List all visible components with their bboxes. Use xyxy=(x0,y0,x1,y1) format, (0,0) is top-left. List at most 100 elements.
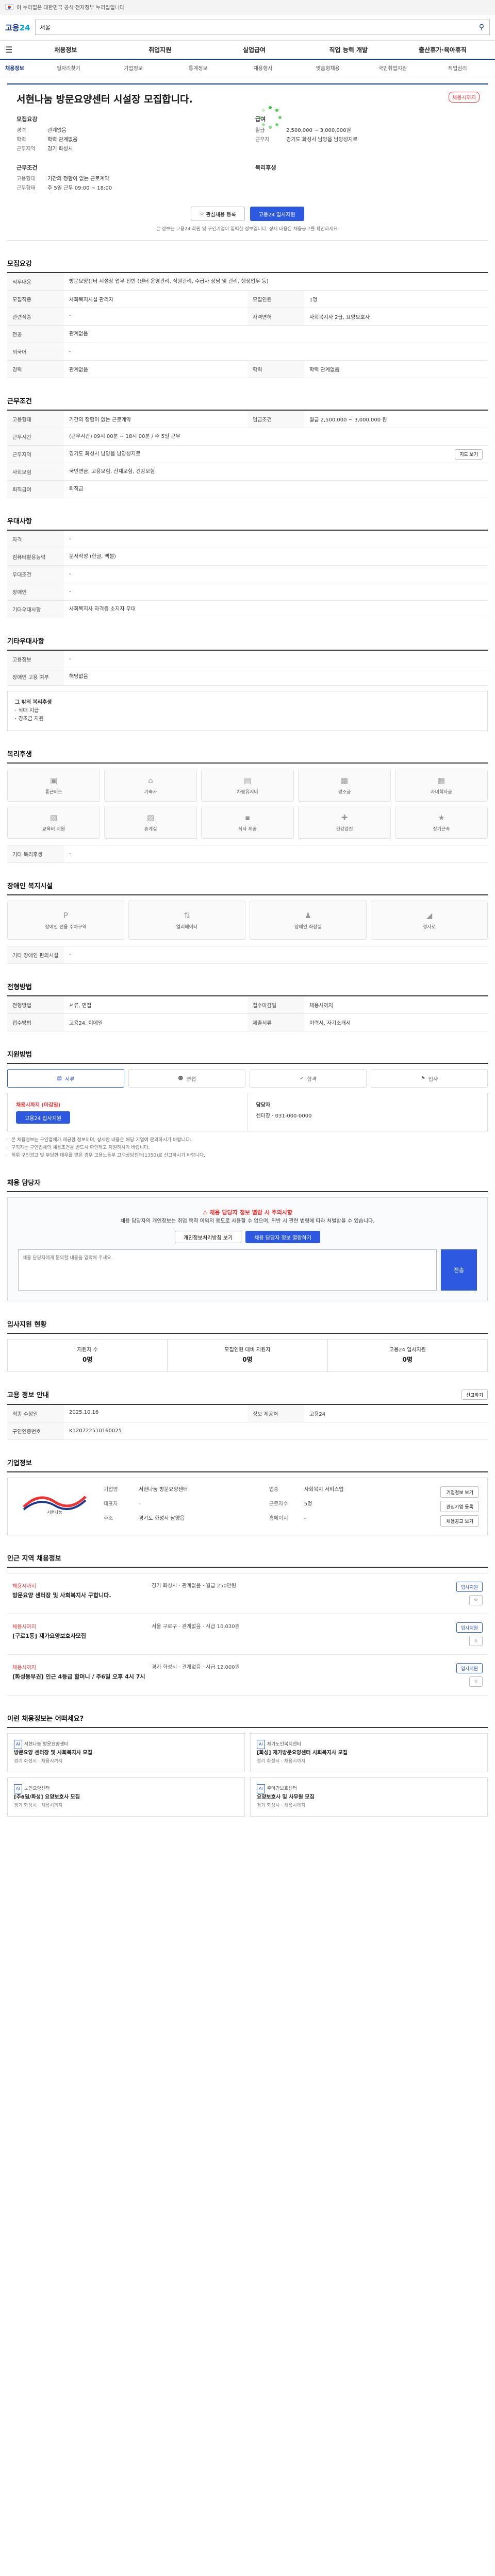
rest-icon: ▨ xyxy=(146,812,155,822)
subnav-item[interactable]: 기업정보 xyxy=(101,64,166,72)
footer-space xyxy=(7,1817,488,1878)
job-list-item[interactable]: 채용시까지 [구로1동] 재가요양보호사모집 서울 구로구 · 관계없음 · 시급… xyxy=(7,1614,488,1655)
facility-card: ♟ 장애인 화장실 xyxy=(250,901,367,940)
welfare-card: ▣ 통근버스 xyxy=(7,769,100,802)
subnav-item[interactable]: 통계정보 xyxy=(166,64,230,72)
gnb-item[interactable]: 취업지원 xyxy=(113,45,207,54)
recommend-card[interactable]: AI 서현나눔 방문요양센터 방문요양 센터장 및 사회복지사 모집 경기 화성시 ·… xyxy=(7,1733,245,1772)
map-button[interactable]: 지도 보기 xyxy=(455,449,483,460)
deadline-badge: 채용시까지 xyxy=(449,92,480,103)
process-step: ☻ 면접 xyxy=(128,1069,245,1088)
stat-item: 모집인원 대비 지원자 0명 xyxy=(167,1340,327,1371)
parking-icon: P xyxy=(63,910,69,920)
section-process: 전형방법 전형방법 서류, 면접 접수마감일 채용시까지 접수방법 고용24, 이메일… xyxy=(7,981,488,1031)
welfare-card: ✚ 건강검진 xyxy=(298,806,391,839)
recommend-card[interactable]: AI 주야간보호센터 요양보호사 및 사무원 모집 경기 화성시 · 채용시까지 xyxy=(250,1777,488,1817)
gnb-item[interactable]: 실업급여 xyxy=(207,45,302,54)
section-disabled: 장애인 복지시설 P 장애인 전용 주차구역 ⇅ 엘리베이터 ♟ 장애인 화장실 ◢ 경… xyxy=(7,880,488,964)
subnav-item[interactable]: 채용행사 xyxy=(230,64,295,72)
gnb-item[interactable]: 채용정보 xyxy=(19,45,113,54)
recommend-card[interactable]: AI 노인요양센터 [주6일/화성] 요양보호사 모집 경기 화성시 · 채용시까지 xyxy=(7,1777,245,1817)
sub-nav: 채용정보 일자리찾기 기업정보 통계정보 채용행사 맞춤형채용 국민취업지원 직… xyxy=(0,60,495,76)
health-icon: ✚ xyxy=(341,812,348,822)
send-button[interactable]: 전송 xyxy=(441,1249,477,1291)
korea-flag-icon xyxy=(5,4,13,10)
subnav-item[interactable]: 국민취업지원 xyxy=(360,64,425,72)
job-title: 서현나눔 방문요양센터 시설장 모집합니다. xyxy=(16,94,193,105)
section-company: 기업정보 서현나눔 기업명 서현나눔 방문요양센터 업종 사회복지 서비스업 대표자… xyxy=(7,1458,488,1535)
job-header: 서현나눔 방문요양센터 시설장 모집합니다. 채용시까지 모집요강 경력 관계없음… xyxy=(7,83,488,241)
star-icon[interactable]: ☆ xyxy=(469,1636,483,1646)
welfare-card: ▧ 교육비 지원 xyxy=(7,806,100,839)
bus-icon: ▣ xyxy=(50,775,58,785)
company-info-button[interactable]: 기업정보 보기 xyxy=(440,1486,479,1498)
privacy-policy-button[interactable]: 개인정보처리방침 보기 xyxy=(175,1231,242,1243)
job-summary-cond: 근무조건 고용형태 기간의 정함이 없는 근로계약 근무형태 주 5일 근무 09:… xyxy=(16,164,112,191)
subnav-item[interactable]: 직업심리 xyxy=(425,64,490,72)
menu-icon[interactable]: ☰ xyxy=(5,45,19,55)
meal-icon: ▪ xyxy=(244,812,251,822)
section-recommend: 이런 채용정보는 어떠세요? AI 서현나눔 방문요양센터 방문요양 센터장 및 사… xyxy=(7,1713,488,1817)
inquiry-textarea[interactable] xyxy=(18,1249,437,1291)
elevator-icon: ⇅ xyxy=(184,910,190,920)
star-icon: ☆ xyxy=(200,211,206,217)
stat-item: 지원자 수 0명 xyxy=(77,1347,98,1363)
gnb-item[interactable]: 출산휴가·육아휴직 xyxy=(395,45,490,54)
job-summary-salary: 급여 월급 2,500,000 ~ 3,000,000원 근무지 경기도 화성시 남… xyxy=(255,116,358,143)
contact-warning: ⚠ 채용 담당자 정보 열람 시 주의사항 xyxy=(202,1209,293,1216)
section-apply: 지원방법 ▤ 서류 ☻ 면접 ✓ 합격 ⚑ 입사 채용시까지 (마감일) 고용24 입사… xyxy=(7,1049,488,1160)
apply-online-button[interactable]: 고용24 입사지원 xyxy=(16,1111,71,1124)
tag-badge: AI xyxy=(257,1784,265,1793)
section-info: 고용 정보 안내 신고하기 최종 수정일 2025.10.16 정보 제공처 고용24… xyxy=(7,1389,488,1440)
job-list-item[interactable]: 채용시까지 [화성동부권] 인근 4등급 할머니 / 주6일 오후 4시 7시 경… xyxy=(7,1655,488,1696)
apply-button[interactable]: 고용24 입사지원 xyxy=(250,207,304,221)
welfare-card: ▨ 휴게실 xyxy=(104,806,197,839)
apply-mini-button[interactable]: 입사지원 xyxy=(456,1663,483,1673)
gift-icon: ▩ xyxy=(340,775,349,785)
section-conditions: 근무조건 고용형태 기간의 정함이 없는 근로계약 임금조건 월급 2,500,00… xyxy=(7,396,488,498)
company-jobs-button[interactable]: 채용공고 보기 xyxy=(440,1515,479,1527)
process-step: ⚑ 입사 xyxy=(371,1069,488,1088)
recommend-card[interactable]: AI 재가노인복지센터 [화성] 재가방문요양센터 사회복지사 모집 경기 화성시 ·… xyxy=(250,1733,488,1772)
loading-spinner-icon xyxy=(259,106,282,129)
logo[interactable]: 고용24 xyxy=(5,22,30,33)
subnav-item[interactable]: 일자리찾기 xyxy=(36,64,101,72)
apply-online: 채용시까지 (마감일) 고용24 입사지원 xyxy=(8,1093,248,1131)
process-step: ▤ 서류 xyxy=(7,1069,124,1088)
star-icon[interactable]: ☆ xyxy=(469,1595,483,1605)
toilet-icon: ♟ xyxy=(304,910,312,920)
company-scrap-button[interactable]: 관심기업 등록 xyxy=(440,1501,479,1512)
apply-mini-button[interactable]: 입사지원 xyxy=(456,1582,483,1592)
star-icon[interactable]: ☆ xyxy=(469,1676,483,1687)
report-button[interactable]: 신고하기 xyxy=(461,1389,488,1400)
scrap-button[interactable]: ☆ 관심채용 등록 xyxy=(191,207,245,221)
welfare-card: ▤ 차량유지비 xyxy=(201,769,294,802)
gov-banner: 이 누리집은 대한민국 공식 전자정부 누리집입니다. xyxy=(0,0,495,14)
search-icon[interactable]: ⚲ xyxy=(474,20,489,35)
job-summary-welfare: 복리후생 xyxy=(255,164,276,171)
tag-badge: AI xyxy=(14,1740,22,1749)
search-bar: ⚲ xyxy=(35,20,490,35)
book-icon: ▦ xyxy=(437,775,446,785)
facility-card: ◢ 경사로 xyxy=(371,901,488,940)
tag-badge: AI xyxy=(14,1784,22,1793)
welfare-card: ★ 장기근속 xyxy=(395,806,488,839)
section-nearby-jobs: 인근 지역 채용정보 채용시까지 방문요양 센터장 및 사회복지사 구합니다. 경… xyxy=(7,1553,488,1696)
apply-mini-button[interactable]: 입사지원 xyxy=(456,1622,483,1633)
global-nav: ☰ 채용정보 취업지원 실업급여 직업 능력 개발 출산휴가·육아휴직 xyxy=(0,40,495,60)
home-icon: ⌂ xyxy=(148,775,153,785)
view-contact-button[interactable]: 채용 담당자 정보 열람하기 xyxy=(245,1231,320,1243)
subnav-item[interactable]: 채용정보 xyxy=(5,64,36,72)
welfare-card: ⌂ 기숙사 xyxy=(104,769,197,802)
gnb-item[interactable]: 직업 능력 개발 xyxy=(301,45,395,54)
apply-notes: 본 채용정보는 구인업체가 제공한 정보이며, 상세한 내용은 해당 기업에 문… xyxy=(7,1137,488,1160)
apply-contact: 담당자 센터장 · 031-000-0000 xyxy=(247,1093,488,1131)
subnav-item[interactable]: 맞춤형채용 xyxy=(295,64,360,72)
facility-card: ⇅ 엘리베이터 xyxy=(128,901,245,940)
section-contact: 채용 담당자 ⚠ 채용 담당자 정보 열람 시 주의사항 채용 담당자의 개인정… xyxy=(7,1177,488,1301)
job-list-item[interactable]: 채용시까지 방문요양 센터장 및 사회복지사 구합니다. 경기 화성시 · 관계없… xyxy=(7,1573,488,1614)
person-icon: ☻ xyxy=(178,1075,184,1081)
section-welfare: 복리후생 ▣ 통근버스 ⌂ 기숙사 ▤ 차량유지비 ▩ 경조금 ▦ 자녀학자금 ▧ 교육비 … xyxy=(7,749,488,863)
section-stats: 입사지원 현황 지원자 수 0명 모집인원 대비 지원자 0명 고용24 입사지원 0… xyxy=(7,1319,488,1372)
search-input[interactable] xyxy=(36,20,474,35)
